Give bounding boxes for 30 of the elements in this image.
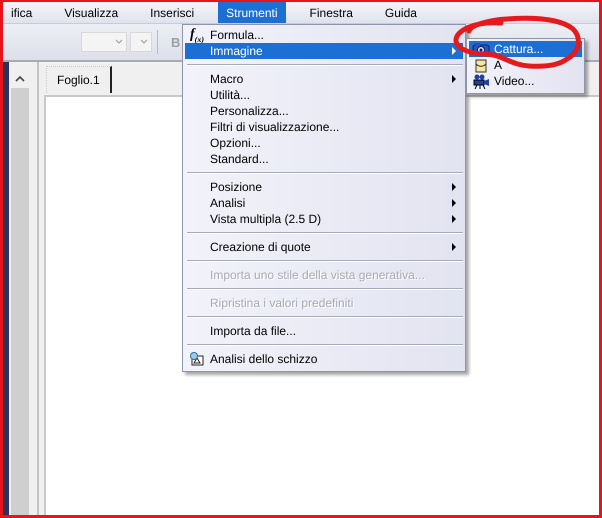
menu-item[interactable]: A (469, 57, 582, 73)
sheet-tab[interactable]: Foglio.1 (46, 66, 112, 93)
menu-item[interactable]: Filtri di visualizzazione... (185, 119, 463, 135)
menu-bar-item[interactable]: Guida (376, 2, 425, 23)
menu-item[interactable]: Standard... (185, 151, 463, 167)
menu-bar-item[interactable]: Finestra (302, 2, 361, 23)
menu-item[interactable]: Analisi dello schizzo (185, 351, 463, 367)
formula-icon: f$_{(x)}$ (190, 26, 204, 44)
menu-item[interactable]: Analisi (185, 195, 463, 211)
menu-bar-item[interactable]: Visualizza (56, 2, 126, 23)
menu-bar-item[interactable]: ifica (3, 2, 40, 23)
menu-item[interactable]: Video... (469, 73, 582, 89)
menu-item[interactable]: Importa da file... (185, 323, 463, 339)
menu-item[interactable]: Immagine (185, 43, 463, 59)
menu-item[interactable]: Macro (185, 71, 463, 87)
menu-item[interactable]: f$_{(x)}$ Formula... (185, 27, 463, 43)
font-combo-box[interactable] (81, 32, 127, 52)
album-icon (473, 58, 489, 72)
caret-up-icon (15, 76, 25, 82)
menu-bar-item[interactable]: Inserisci (142, 2, 202, 23)
menu-item[interactable]: Vista multipla (2.5 D) (185, 211, 463, 227)
size-combo-box[interactable] (130, 32, 152, 52)
menu-item[interactable]: Posizione (185, 179, 463, 195)
menu-item[interactable]: Creazione di quote (185, 239, 463, 255)
menu-item[interactable]: Opzioni... (185, 135, 463, 151)
menu-bar-item[interactable]: Strumenti (218, 2, 286, 23)
menu-item[interactable]: Utilità... (185, 87, 463, 103)
video-camera-icon (472, 74, 490, 88)
sketch-analysis-icon (189, 352, 205, 366)
menu-item[interactable]: Personalizza... (185, 103, 463, 119)
